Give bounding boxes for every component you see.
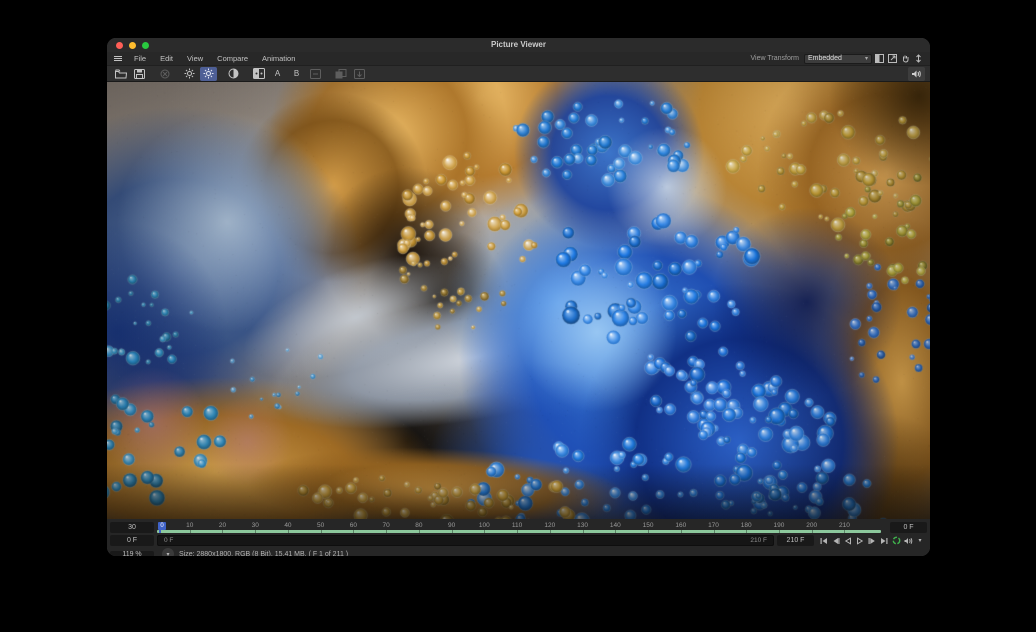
menu-compare[interactable]: Compare (210, 54, 255, 63)
stack-icon (332, 67, 349, 81)
preview-range-bar[interactable]: 0 F 210 F (157, 535, 774, 546)
menu-animation[interactable]: Animation (255, 54, 302, 63)
range-start-label: 0 F (164, 537, 173, 544)
picture-viewer-window: Picture Viewer File Edit View Compare An… (107, 38, 930, 556)
transport-controls: ▾ (817, 535, 927, 546)
hand-icon[interactable] (900, 53, 911, 64)
compare-ab-icon[interactable] (250, 67, 267, 81)
settings-icon[interactable] (181, 67, 198, 81)
ruler-tick: 160 (675, 522, 686, 529)
image-info-status: Size: 2880x1800, RGB (8 Bit), 15.41 MB, … (179, 551, 348, 557)
menu-edit[interactable]: Edit (153, 54, 180, 63)
ruler-tick: 80 (415, 522, 422, 529)
toolbar: A B (107, 65, 930, 82)
menubar: File Edit View Compare Animation View Tr… (107, 52, 930, 65)
ruler-tick: 190 (774, 522, 785, 529)
ruler-tick: 200 (806, 522, 817, 529)
range-end-label: 210 F (750, 537, 767, 544)
ruler-tick: 210 (839, 522, 850, 529)
go-to-start-icon[interactable] (819, 536, 829, 546)
ruler-tick: 70 (383, 522, 390, 529)
previous-frame-icon[interactable] (831, 536, 841, 546)
compare-a-button[interactable]: A (269, 67, 286, 81)
current-frame-field[interactable]: 0 F (890, 522, 927, 533)
titlebar: Picture Viewer (107, 38, 930, 52)
ruler-tick: 30 (252, 522, 259, 529)
settings-active-icon[interactable] (200, 67, 217, 81)
playhead-label: 0 (158, 522, 166, 530)
view-transform-value: Embedded (808, 55, 842, 62)
playback-options-caret[interactable]: ▾ (915, 536, 925, 546)
start-frame-field[interactable]: 0 F (110, 535, 154, 546)
ruler-tick: 10 (186, 522, 193, 529)
ruler-tick: 110 (512, 522, 522, 529)
menu-file[interactable]: File (127, 54, 153, 63)
zoom-level-field[interactable]: 119 % (110, 551, 154, 557)
range-row: 0 F 0 F 210 F 210 F (109, 535, 928, 546)
ruler-tick: 90 (448, 522, 455, 529)
ruler-tick: 120 (544, 522, 555, 529)
save-icon[interactable] (131, 67, 148, 81)
ruler-tick: 170 (708, 522, 719, 529)
view-transform-select[interactable]: Embedded ▾ (804, 54, 872, 64)
dock-icon[interactable] (913, 53, 924, 64)
export-icon (351, 67, 368, 81)
layer-icon (307, 67, 324, 81)
go-to-end-icon[interactable] (879, 536, 889, 546)
play-forward-icon[interactable] (855, 536, 865, 546)
timeline-ruler[interactable]: 0 10 20 30 40 50 60 70 80 90 100 110 120 130 140 150 16… (157, 522, 887, 533)
open-file-icon[interactable] (112, 67, 129, 81)
zoom-options-button[interactable]: ▾ (162, 548, 174, 556)
ruler-tick: 150 (643, 522, 654, 529)
popout-icon[interactable] (887, 53, 898, 64)
next-frame-icon[interactable] (867, 536, 877, 546)
timeline-panel: 30 0 10 20 30 40 50 60 70 80 90 100 110 120 130 140 15… (107, 519, 930, 556)
hamburger-menu-icon[interactable] (114, 56, 122, 61)
ruler-tick: 20 (219, 522, 226, 529)
image-viewport[interactable] (107, 82, 930, 519)
ruler-tick: 140 (610, 522, 621, 529)
ruler-tick: 130 (577, 522, 588, 529)
cached-frames-bar (157, 530, 881, 533)
loop-icon[interactable] (891, 536, 901, 546)
ruler-row: 30 0 10 20 30 40 50 60 70 80 90 100 110 120 130 140 15… (109, 522, 928, 533)
menu-view[interactable]: View (180, 54, 210, 63)
compare-b-button[interactable]: B (288, 67, 305, 81)
view-transform-label: View Transform (751, 55, 800, 62)
split-view-icon[interactable] (874, 53, 885, 64)
chevron-down-icon: ▾ (865, 55, 868, 62)
speaker-icon[interactable] (903, 536, 913, 546)
fps-field[interactable]: 30 (110, 522, 154, 533)
ruler-tick: 100 (479, 522, 490, 529)
stop-render-icon (156, 67, 173, 81)
playhead[interactable]: 0 (157, 522, 167, 533)
range-end-field[interactable]: 210 F (777, 535, 814, 546)
sound-icon[interactable] (908, 67, 925, 81)
play-backward-icon[interactable] (843, 536, 853, 546)
contrast-icon[interactable] (225, 67, 242, 81)
status-row: 119 % ▾ Size: 2880x1800, RGB (8 Bit), 15… (109, 548, 928, 556)
chevron-down-icon: ▾ (166, 551, 169, 557)
desktop-background: Picture Viewer File Edit View Compare An… (0, 0, 1036, 632)
ruler-tick: 40 (284, 522, 291, 529)
ruler-tick: 60 (350, 522, 357, 529)
ruler-tick: 180 (741, 522, 752, 529)
rendered-image (107, 82, 930, 519)
window-title: Picture Viewer (107, 40, 930, 49)
ruler-tick: 50 (317, 522, 324, 529)
playhead-stem (159, 530, 161, 533)
